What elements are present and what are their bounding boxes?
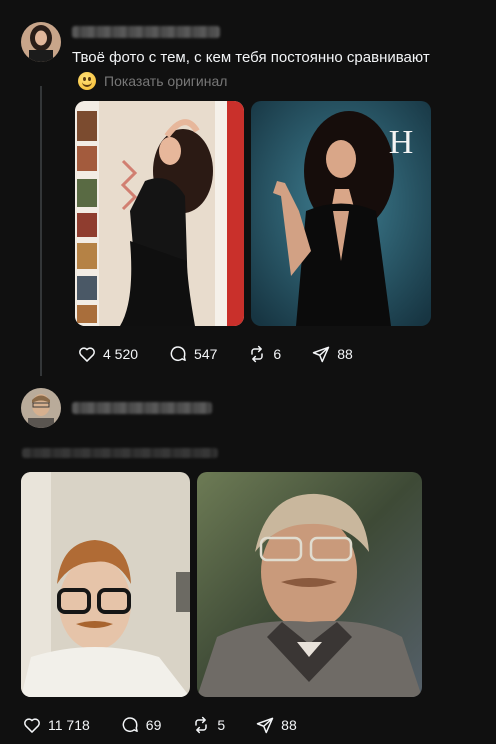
smile-emoji-icon (78, 72, 96, 90)
share-icon (256, 717, 274, 734)
share-count: 88 (281, 717, 297, 733)
comment-count: 547 (194, 346, 218, 362)
post-text-redacted (22, 448, 218, 458)
post-photo-left[interactable] (21, 472, 190, 697)
post-photo-right[interactable] (197, 472, 422, 697)
share-button[interactable]: 88 (311, 344, 353, 364)
comment-icon (122, 717, 138, 733)
like-button[interactable]: 11 718 (22, 715, 90, 735)
repost-icon (251, 345, 264, 363)
heart-icon (79, 347, 95, 362)
repost-button[interactable]: 6 (247, 344, 281, 364)
repost-count: 5 (217, 717, 226, 733)
username-redacted[interactable] (72, 26, 220, 38)
translate-link[interactable]: Показать оригинал (78, 72, 227, 90)
post-actions: 11 718 69 5 88 (22, 715, 327, 735)
post-1: Твоё фото с тем, с кем тебя постоянно ср… (0, 0, 496, 380)
thread-line (40, 86, 42, 376)
repost-button[interactable]: 5 (191, 715, 225, 735)
post-actions: 4 520 547 6 88 (77, 344, 383, 364)
comment-button[interactable]: 547 (168, 344, 217, 364)
photo-badge: H (389, 124, 414, 161)
repost-count: 6 (273, 346, 282, 362)
heart-icon (24, 718, 40, 733)
avatar[interactable] (21, 22, 61, 62)
share-count: 88 (337, 346, 353, 362)
translate-label: Показать оригинал (104, 73, 228, 89)
share-icon (312, 346, 330, 363)
comment-icon (170, 346, 186, 362)
avatar[interactable] (21, 388, 61, 428)
post-2: 11 718 69 5 88 (0, 380, 496, 744)
username-redacted[interactable] (72, 402, 212, 414)
comment-button[interactable]: 69 (120, 715, 162, 735)
like-button[interactable]: 4 520 (77, 344, 138, 364)
post-photo-left[interactable] (75, 101, 244, 326)
like-count: 4 520 (103, 346, 139, 362)
share-button[interactable]: 88 (255, 715, 297, 735)
post-photo-right[interactable]: H (251, 101, 431, 326)
repost-icon (195, 716, 208, 734)
like-count: 11 718 (48, 717, 90, 733)
comment-count: 69 (145, 717, 162, 733)
post-text: Твоё фото с тем, с кем тебя постоянно ср… (72, 49, 430, 66)
